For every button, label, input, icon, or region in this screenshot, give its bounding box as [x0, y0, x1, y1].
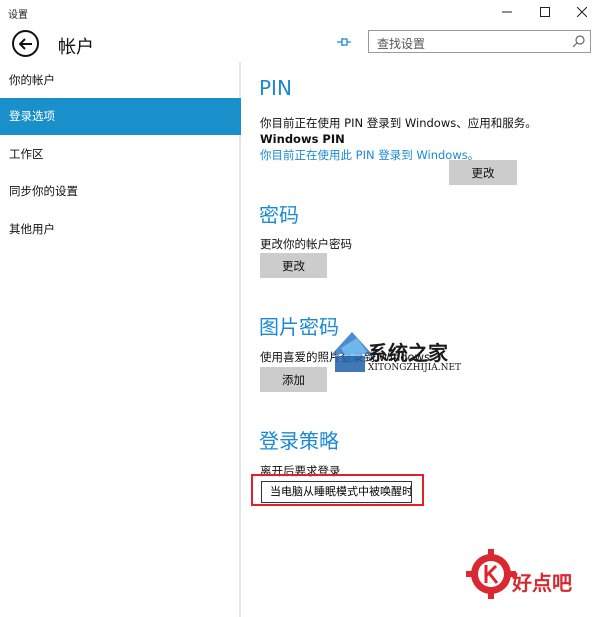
sidebar-item-other-users[interactable]: 其他用户 [0, 211, 241, 248]
sign-in-policy-section-title: 登录策略 [259, 429, 339, 453]
pin-subheading: Windows PIN [260, 132, 345, 146]
minimize-icon [502, 11, 512, 13]
change-password-button[interactable]: 更改 [260, 253, 327, 278]
window-title: 设置 [8, 10, 28, 21]
back-button[interactable] [12, 30, 39, 57]
sidebar-item-sign-in-options[interactable]: 登录选项 [0, 98, 241, 135]
search-input[interactable]: 查找设置 [377, 35, 425, 52]
add-picture-password-button[interactable]: 添加 [260, 367, 327, 392]
page-header: 帐户 查找设置 [0, 24, 600, 62]
sidebar-item-sync-settings[interactable]: 同步你的设置 [0, 173, 241, 210]
watermark-site1: 系统之家 [368, 341, 448, 365]
sidebar-item-workplace[interactable]: 工作区 [0, 136, 241, 173]
minimize-button[interactable] [492, 0, 522, 24]
sidebar: 你的帐户 登录选项 工作区 同步你的设置 其他用户 [0, 62, 241, 617]
highlight-box [251, 474, 424, 506]
password-section-title: 密码 [259, 203, 299, 227]
page-title: 帐户 [58, 37, 94, 58]
watermark-site2: 好点吧 [512, 571, 572, 595]
maximize-button[interactable] [530, 0, 560, 24]
pin-section-title: PIN [259, 76, 292, 100]
pin-description: 你目前正在使用 PIN 登录到 Windows、应用和服务。 [260, 116, 537, 130]
change-pin-button[interactable]: 更改 [449, 160, 517, 185]
close-icon [577, 7, 587, 17]
title-bar: 设置 [0, 0, 600, 24]
haodianba-logo [466, 549, 516, 599]
watermark-site1-sub: XITONGZHIJIA.NET [368, 363, 462, 373]
back-arrow-icon [18, 37, 32, 50]
pin-link[interactable]: 你目前正在使用此 PIN 登录到 Windows。 [260, 147, 479, 163]
search-box[interactable]: 查找设置 [368, 30, 591, 53]
password-description: 更改你的帐户密码 [260, 237, 352, 251]
search-icon[interactable] [572, 34, 586, 48]
close-button[interactable] [567, 0, 597, 24]
maximize-icon [540, 7, 550, 17]
sidebar-item-your-account[interactable]: 你的帐户 [0, 62, 241, 99]
pin-to-start-icon[interactable] [336, 36, 352, 50]
